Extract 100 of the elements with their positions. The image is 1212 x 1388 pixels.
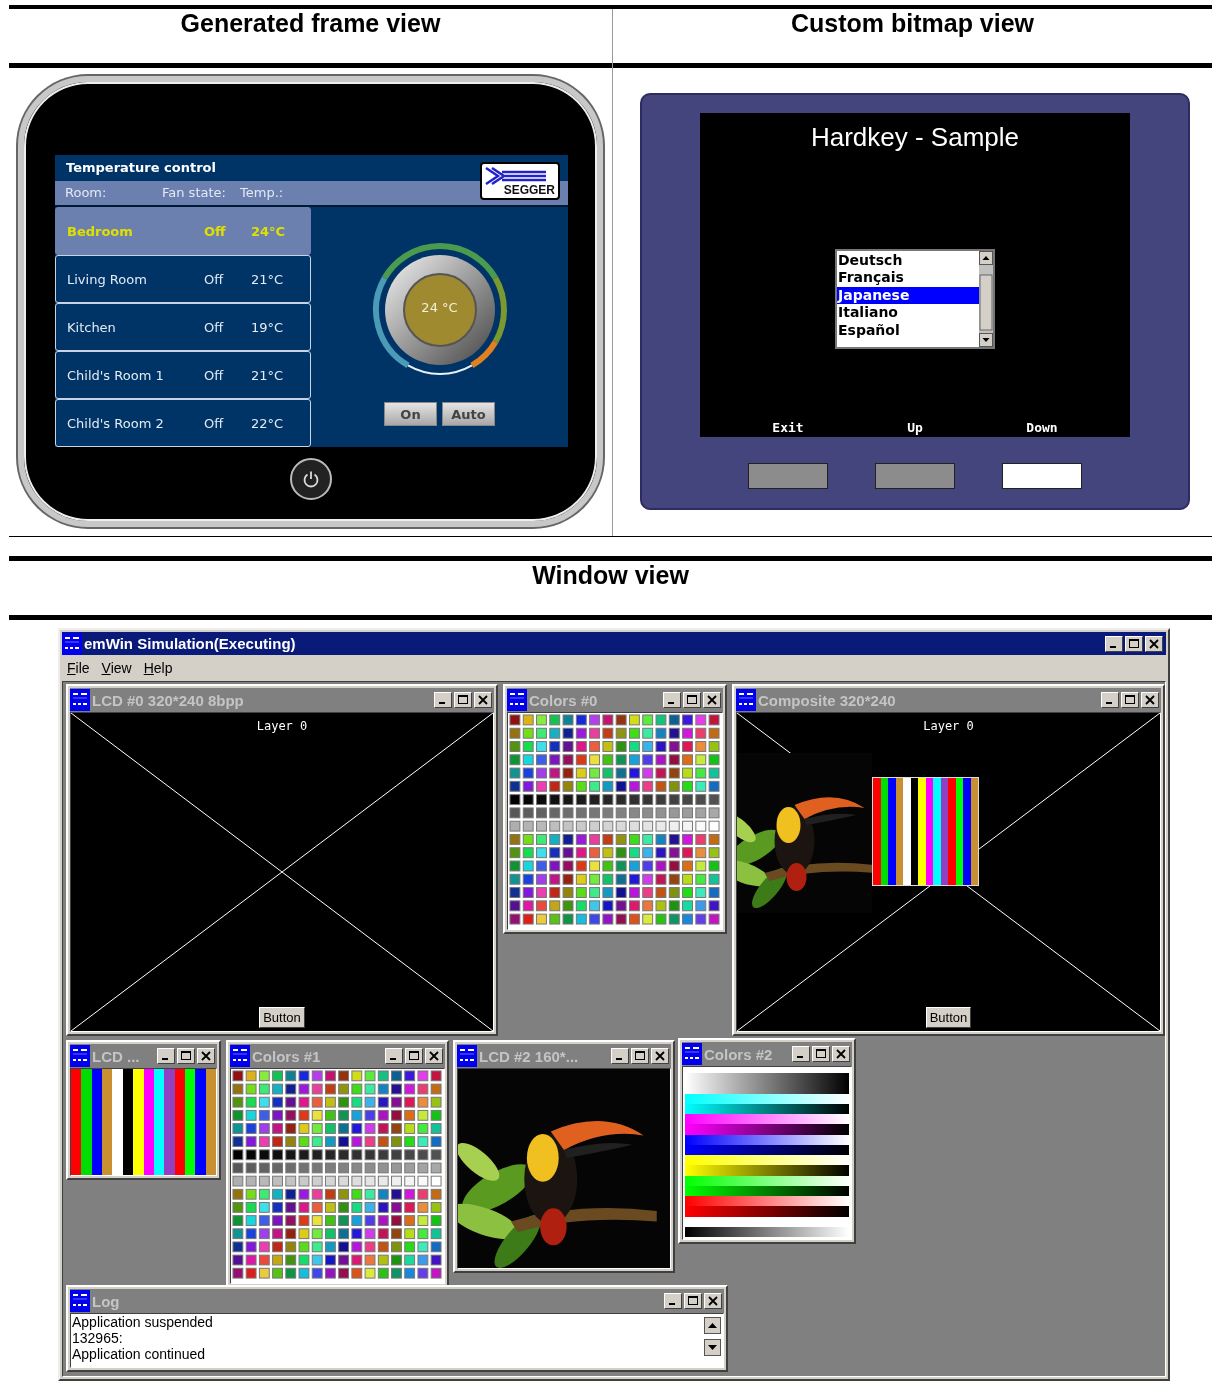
layer-label: Layer 0 xyxy=(923,719,974,733)
close-button[interactable] xyxy=(197,1048,215,1064)
menu-item[interactable]: Help xyxy=(138,660,178,676)
close-button[interactable] xyxy=(832,1046,850,1062)
mode-button[interactable]: On xyxy=(384,402,437,426)
list-row[interactable]: Living Room Off 21°C xyxy=(55,255,311,303)
minimize-icon xyxy=(1106,702,1112,704)
close-icon xyxy=(654,1050,666,1062)
section-heading: Window view xyxy=(531,561,690,590)
section-heading: Generated frame view xyxy=(179,9,442,38)
close-icon xyxy=(1144,694,1156,706)
temperature: 22°C xyxy=(251,415,285,431)
softkey-label: Up xyxy=(906,420,924,436)
window-title: Colors #0 xyxy=(529,691,598,709)
minimize-icon xyxy=(439,702,445,704)
list-item[interactable]: Italiano xyxy=(837,304,979,322)
maximize-icon xyxy=(686,694,698,706)
maximize-button[interactable] xyxy=(1121,692,1139,708)
app-icon xyxy=(70,689,90,711)
hard-key[interactable] xyxy=(1002,463,1082,489)
maximize-button[interactable] xyxy=(177,1048,195,1064)
window-title: Colors #1 xyxy=(252,1047,321,1065)
minimize-button[interactable] xyxy=(385,1048,403,1064)
close-icon xyxy=(706,694,718,706)
temperature: 24°C xyxy=(251,223,287,239)
maximize-icon xyxy=(1128,637,1140,650)
minimize-icon xyxy=(669,1303,675,1305)
power-button[interactable] xyxy=(289,458,332,500)
fan-state: Off xyxy=(204,271,225,287)
maximize-button[interactable] xyxy=(684,1293,702,1309)
window-title: emWin Simulation(Executing) xyxy=(84,635,296,652)
column-header: Temp.: xyxy=(240,185,284,201)
maximize-button[interactable] xyxy=(631,1048,649,1064)
fan-state: Off xyxy=(204,319,225,335)
close-icon xyxy=(707,1295,719,1307)
window-title: Colors #2 xyxy=(704,1045,773,1063)
close-button[interactable] xyxy=(704,1293,722,1309)
log-line: Application continued xyxy=(72,1346,207,1362)
maximize-icon xyxy=(180,1050,192,1062)
close-button[interactable] xyxy=(651,1048,669,1064)
window-title: Composite 320*240 xyxy=(758,691,896,709)
log-line: 132965: xyxy=(72,1330,124,1346)
maximize-button[interactable] xyxy=(812,1046,830,1062)
softkey-label: Down xyxy=(1025,420,1059,436)
maximize-icon xyxy=(457,694,469,706)
window-title: LCD #0 320*240 8bpp xyxy=(92,691,244,709)
close-button[interactable] xyxy=(1145,635,1163,652)
maximize-button[interactable] xyxy=(405,1048,423,1064)
lcd-button[interactable]: Button xyxy=(925,1007,972,1028)
maximize-icon xyxy=(634,1050,646,1062)
app-icon xyxy=(682,1043,702,1065)
list-row[interactable]: Child's Room 2 Off 22°C xyxy=(55,399,311,447)
menu-item[interactable]: File xyxy=(62,660,95,676)
minimize-button[interactable] xyxy=(157,1048,175,1064)
window-title: Log xyxy=(92,1292,120,1310)
power-icon xyxy=(301,470,320,488)
room-name: Kitchen xyxy=(67,319,117,335)
list-row[interactable]: Kitchen Off 19°C xyxy=(55,303,311,351)
list-row[interactable]: Child's Room 1 Off 21°C xyxy=(55,351,311,399)
fan-state: Off xyxy=(204,415,225,431)
maximize-button[interactable] xyxy=(1125,635,1143,652)
maximize-icon xyxy=(1124,694,1136,706)
room-name: Bedroom xyxy=(67,223,134,239)
screen-title: Hardkey - Sample xyxy=(810,121,1020,153)
mode-button[interactable]: Auto xyxy=(442,402,495,426)
temperature: 21°C xyxy=(251,271,285,287)
maximize-button[interactable] xyxy=(683,692,701,708)
column-header: Room: xyxy=(65,185,108,201)
room-name: Child's Room 1 xyxy=(67,367,165,383)
list-item[interactable]: Français xyxy=(837,269,979,287)
lcd-button[interactable]: Button xyxy=(259,1007,305,1028)
minimize-button[interactable] xyxy=(1105,635,1123,652)
close-button[interactable] xyxy=(474,692,492,708)
app-icon xyxy=(736,689,756,711)
scrollbar[interactable] xyxy=(704,1317,721,1357)
list-item[interactable]: Español xyxy=(837,321,979,340)
maximize-icon xyxy=(408,1050,420,1062)
scrollbar[interactable] xyxy=(979,251,993,347)
logo-text: SEGGER xyxy=(503,183,555,197)
minimize-button[interactable] xyxy=(792,1046,810,1062)
list-item[interactable]: Deutsch xyxy=(837,252,979,270)
close-button[interactable] xyxy=(425,1048,443,1064)
close-button[interactable] xyxy=(1141,692,1159,708)
minimize-button[interactable] xyxy=(663,692,681,708)
close-icon xyxy=(200,1050,212,1062)
room-name: Living Room xyxy=(67,271,148,287)
minimize-button[interactable] xyxy=(1101,692,1119,708)
log-line: Application suspended xyxy=(72,1314,214,1330)
app-icon xyxy=(62,632,82,655)
section-heading: Custom bitmap view xyxy=(789,9,1036,38)
list-item[interactable]: Japanese xyxy=(837,286,979,305)
app-icon xyxy=(70,1045,90,1067)
menu-item[interactable]: View xyxy=(96,660,137,676)
minimize-button[interactable] xyxy=(664,1293,682,1309)
minimize-button[interactable] xyxy=(611,1048,629,1064)
minimize-button[interactable] xyxy=(434,692,452,708)
maximize-button[interactable] xyxy=(454,692,472,708)
app-icon xyxy=(457,1045,477,1067)
close-button[interactable] xyxy=(703,692,721,708)
window-title: LCD #2 160*... xyxy=(479,1047,579,1065)
